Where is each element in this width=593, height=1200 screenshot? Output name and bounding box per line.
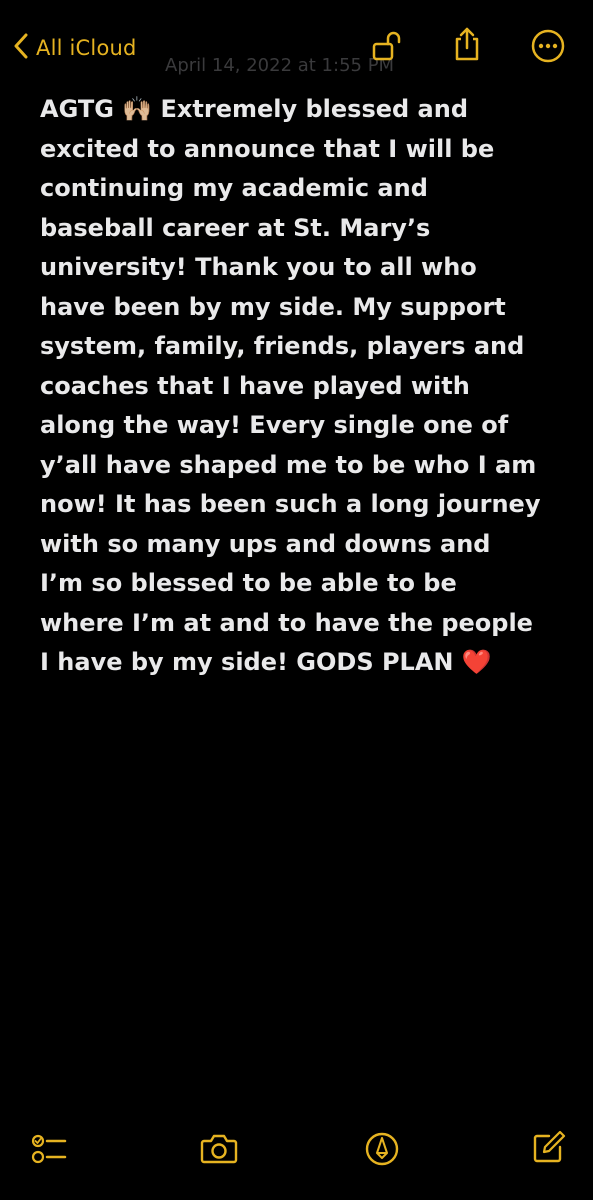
back-label: All iCloud bbox=[36, 36, 137, 60]
bottom-toolbar bbox=[0, 1110, 593, 1200]
compose-button[interactable] bbox=[531, 1129, 567, 1169]
compose-icon bbox=[531, 1129, 567, 1169]
checklist-icon bbox=[31, 1131, 67, 1171]
chevron-left-icon bbox=[14, 33, 28, 63]
camera-button[interactable] bbox=[199, 1133, 239, 1169]
checklist-button[interactable] bbox=[31, 1133, 67, 1169]
back-button[interactable]: All iCloud bbox=[14, 30, 137, 66]
unlock-icon bbox=[370, 29, 404, 67]
note-body-text[interactable]: AGTG 🙌🏼 Extremely blessed and excited to… bbox=[40, 90, 570, 683]
markup-icon bbox=[364, 1131, 400, 1171]
camera-icon bbox=[199, 1132, 239, 1170]
more-button[interactable] bbox=[530, 28, 566, 68]
share-icon bbox=[450, 26, 484, 66]
share-button[interactable] bbox=[449, 26, 485, 66]
note-timestamp: April 14, 2022 at 1:55 PM bbox=[165, 55, 395, 76]
markup-button[interactable] bbox=[364, 1131, 400, 1171]
lock-button[interactable] bbox=[369, 30, 405, 66]
more-icon bbox=[530, 28, 566, 68]
navigation-bar: All iCloud April 14, 2022 at 1:55 PM bbox=[0, 0, 593, 100]
